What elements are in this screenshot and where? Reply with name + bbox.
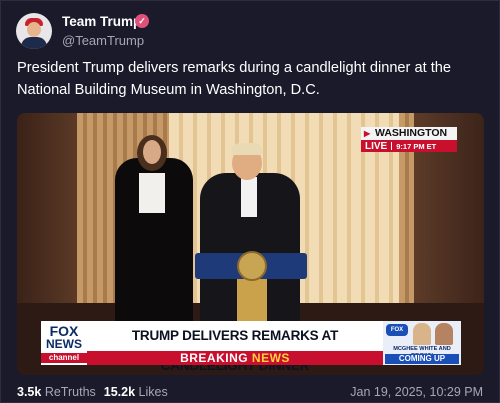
retruths-stat[interactable]: 3.5k ReTruths	[17, 385, 96, 399]
account-handle[interactable]: @TeamTrump	[62, 33, 144, 48]
fox-logo-line1: FOX	[49, 323, 79, 339]
verified-badge-icon: ✓	[135, 14, 149, 28]
post-card: Team Trump ✓ @TeamTrump President Trump …	[0, 0, 500, 403]
promo-host-1	[413, 323, 431, 345]
lower-third: FOX NEWS channel TRUMP DELIVERS REMARKS …	[41, 321, 461, 373]
bug-live-label: LIVE	[365, 140, 388, 152]
bug-separator	[391, 142, 393, 150]
bug-live-bar: LIVE 9:17 PM ET	[361, 140, 457, 152]
woman-blouse	[139, 173, 165, 213]
avatar[interactable]	[16, 13, 52, 49]
likes-label: Likes	[138, 385, 168, 399]
promo-coming-up: COMING UP	[385, 354, 459, 364]
live-bug: WASHINGTON LIVE 9:17 PM ET	[361, 127, 457, 152]
promo-host-2	[435, 323, 453, 345]
account-name[interactable]: Team Trump	[62, 14, 141, 29]
coming-up-promo: FOX MCGHEE WHITE AND BROWN COMING UP	[383, 321, 461, 365]
chyron-headline: TRUMP DELIVERS REMARKS AT CANDLELIGHT DI…	[87, 321, 383, 373]
retruths-count: 3.5k	[17, 385, 42, 399]
bug-location: WASHINGTON	[361, 127, 457, 140]
man-shirt	[241, 177, 257, 217]
bug-time: 9:17 PM ET	[396, 141, 437, 151]
likes-stat[interactable]: 15.2k Likes	[104, 385, 168, 399]
woman-face	[143, 140, 161, 164]
likes-count: 15.2k	[103, 385, 136, 399]
fox-logo-line2: NEWS	[46, 337, 82, 351]
retruths-label: ReTruths	[44, 385, 96, 399]
fox-logo-line3: channel	[41, 353, 87, 363]
breaking-label: BREAKING	[180, 351, 249, 365]
news-label: NEWS	[251, 351, 290, 365]
fox-news-logo: FOX NEWS channel	[41, 321, 87, 365]
avatar-face	[27, 22, 41, 37]
presidential-seal-icon	[237, 251, 267, 281]
post-video[interactable]: WASHINGTON LIVE 9:17 PM ET FOX NEWS chan…	[17, 113, 484, 375]
post-text: President Trump delivers remarks during …	[17, 60, 451, 98]
avatar-suit	[21, 37, 47, 49]
post-timestamp[interactable]: Jan 19, 2025, 10:29 PM	[350, 385, 483, 399]
promo-logo: FOX	[386, 324, 408, 336]
lectern-stand	[237, 279, 267, 323]
engagement-stats: 3.5k ReTruths 15.2k Likes	[17, 385, 168, 399]
breaking-news-bar: BREAKING NEWS	[87, 351, 383, 365]
man-hair	[231, 143, 263, 155]
